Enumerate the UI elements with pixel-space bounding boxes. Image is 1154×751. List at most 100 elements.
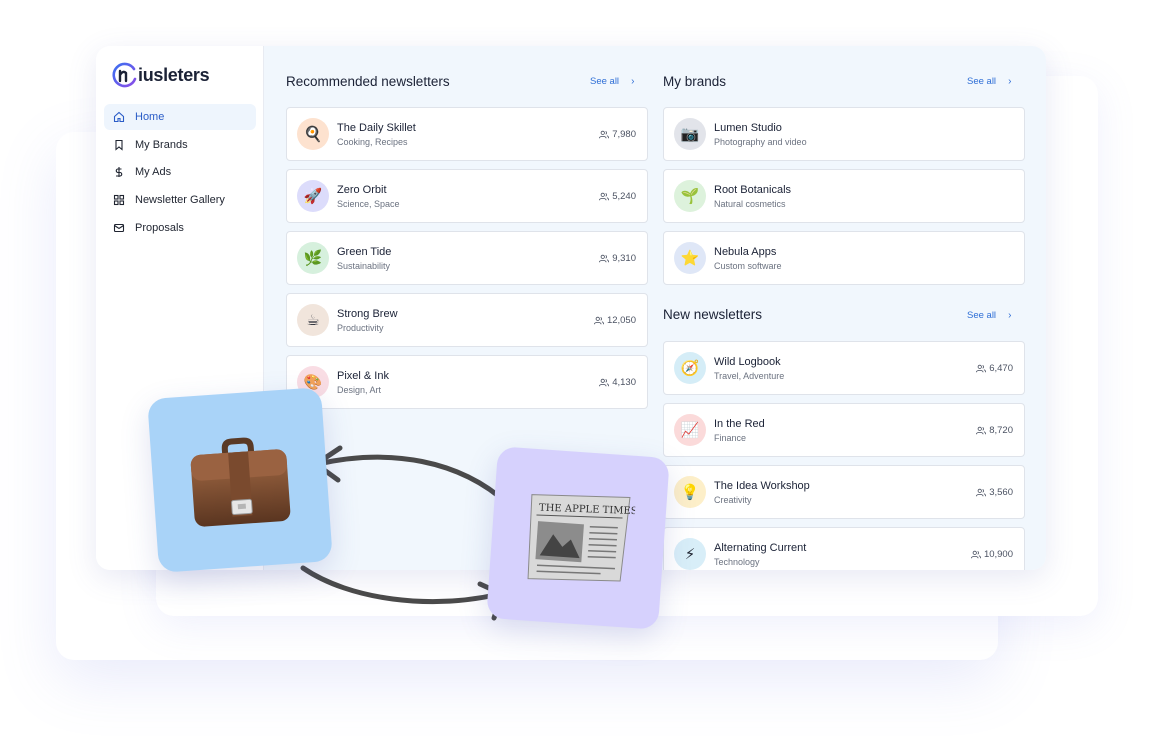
avatar: 🍳: [297, 118, 329, 150]
recommended-title: Recommended newsletters: [286, 74, 450, 89]
newspaper-tile: THE APPLE TIMES: [486, 446, 670, 630]
subscriber-count-value: 6,470: [989, 362, 1013, 374]
briefcase-tile: [147, 387, 333, 573]
card-title: Strong Brew: [337, 307, 398, 320]
subscriber-count: 5,240: [599, 191, 636, 202]
bookmark-icon: [112, 138, 126, 152]
users-icon: [976, 488, 987, 497]
card-title: Root Botanicals: [714, 183, 792, 196]
mail-icon: [112, 221, 126, 235]
users-icon: [599, 254, 610, 263]
avatar: 📷: [674, 118, 706, 150]
chevron-right-icon: ›: [631, 76, 635, 87]
card-title: Green Tide: [337, 245, 392, 258]
users-icon: [976, 426, 987, 435]
new_newsletters-card[interactable]: 💡 The Idea Workshop Creativity 3,560: [663, 465, 1025, 519]
brands-card[interactable]: 🌱 Root Botanicals Natural cosmetics: [663, 169, 1025, 223]
home-icon: [112, 110, 126, 124]
brands-see-all-link[interactable]: See all ›: [967, 76, 1011, 87]
users-icon: [593, 316, 604, 325]
avatar: 📈: [674, 414, 706, 446]
new_newsletters-card[interactable]: ⚡ Alternating Current Technology 10,900: [663, 527, 1025, 570]
subscriber-count-value: 3,560: [989, 486, 1013, 498]
card-text: Nebula Apps Custom software: [714, 245, 1024, 272]
recommended-card[interactable]: ☕ Strong Brew Productivity 12,050: [286, 293, 648, 347]
new-newsletters-title: New newsletters: [663, 307, 763, 322]
sidebar-item-home[interactable]: Home: [104, 104, 256, 130]
avatar: 🌿: [297, 242, 329, 274]
subscriber-count: 9,310: [599, 253, 636, 264]
brands-card[interactable]: 📷 Lumen Studio Photography and video: [663, 107, 1025, 161]
sidebar-item-my-brands[interactable]: My Brands: [104, 132, 256, 158]
avatar: 💡: [674, 476, 706, 508]
subscriber-count-value: 10,900: [983, 548, 1013, 560]
card-text: Green Tide Sustainability: [337, 245, 599, 272]
subscriber-count-value: 9,310: [612, 252, 636, 264]
newspaper-icon: THE APPLE TIMES: [527, 494, 636, 582]
card-text: Root Botanicals Natural cosmetics: [714, 183, 1024, 210]
sidebar-item-newsletter-gallery[interactable]: Newsletter Gallery: [104, 187, 256, 213]
logo-text: iusleters: [138, 64, 210, 85]
grid-icon: [112, 193, 126, 207]
recommended-card[interactable]: 🍳 The Daily Skillet Cooking, Recipes 7,980: [286, 107, 648, 161]
subscriber-count-value: 7,980: [612, 128, 636, 140]
card-subtitle: Technology: [714, 556, 760, 567]
card-subtitle: Cooking, Recipes: [337, 136, 408, 147]
users-icon: [970, 550, 981, 559]
users-icon: [976, 364, 987, 373]
subscriber-count-value: 5,240: [612, 190, 636, 202]
users-icon: [599, 192, 610, 201]
subscriber-count-value: 4,130: [612, 376, 636, 388]
subscriber-count: 8,720: [976, 425, 1013, 436]
card-text: The Idea Workshop Creativity: [714, 479, 976, 506]
users-icon: [599, 378, 610, 387]
chevron-right-icon: ›: [1008, 76, 1012, 87]
dollar-icon: [112, 165, 126, 179]
card-title: The Daily Skillet: [337, 121, 416, 134]
avatar: ⚡: [674, 538, 706, 570]
avatar: ☕: [297, 304, 329, 336]
card-title: Lumen Studio: [714, 121, 782, 134]
new_newsletters-card[interactable]: 🧭 Wild Logbook Travel, Adventure 6,470: [663, 341, 1025, 395]
card-text: Alternating Current Technology: [714, 541, 971, 568]
see-all-label: See all: [967, 76, 997, 87]
brands-card[interactable]: ⭐ Nebula Apps Custom software: [663, 231, 1025, 285]
subscriber-count: 6,470: [976, 363, 1013, 374]
card-subtitle: Photography and video: [714, 136, 807, 147]
recommended-see-all-link[interactable]: See all ›: [590, 76, 634, 87]
sidebar-item-label: Home: [135, 111, 165, 123]
sidebar-item-label: My Brands: [135, 138, 188, 151]
subscriber-count-value: 8,720: [989, 424, 1013, 436]
card-subtitle: Custom software: [714, 260, 782, 271]
card-text: Pixel & Ink Design, Art: [337, 369, 599, 396]
card-text: The Daily Skillet Cooking, Recipes: [337, 121, 599, 148]
recommended-card[interactable]: 🚀 Zero Orbit Science, Space 5,240: [286, 169, 648, 223]
subscriber-count-value: 12,050: [606, 314, 636, 326]
recommended-card[interactable]: 🎨 Pixel & Ink Design, Art 4,130: [286, 355, 648, 409]
new-newsletters-see-all-link[interactable]: See all ›: [967, 310, 1011, 321]
subscriber-count: 7,980: [599, 129, 636, 140]
sidebar-item-proposals[interactable]: Proposals: [104, 215, 256, 241]
card-subtitle: Productivity: [337, 322, 384, 333]
logo[interactable]: iusleters: [111, 61, 210, 89]
card-subtitle: Sustainability: [337, 260, 391, 271]
briefcase-icon: [190, 437, 291, 527]
card-subtitle: Creativity: [714, 494, 752, 505]
card-subtitle: Science, Space: [337, 198, 400, 209]
new_newsletters-card[interactable]: 📈 In the Red Finance 8,720: [663, 403, 1025, 457]
sidebar-item-label: My Ads: [135, 166, 172, 179]
card-title: The Idea Workshop: [714, 479, 810, 492]
card-title: Wild Logbook: [714, 355, 781, 368]
card-text: Strong Brew Productivity: [337, 307, 594, 334]
see-all-label: See all: [967, 310, 997, 321]
card-subtitle: Design, Art: [337, 384, 382, 395]
brands-title: My brands: [663, 74, 727, 89]
recommended-card[interactable]: 🌿 Green Tide Sustainability 9,310: [286, 231, 648, 285]
card-title: Alternating Current: [714, 541, 807, 554]
logo-mark-icon: [111, 61, 137, 89]
card-text: In the Red Finance: [714, 417, 976, 444]
sidebar-item-my-ads[interactable]: My Ads: [104, 159, 256, 185]
card-text: Wild Logbook Travel, Adventure: [714, 355, 976, 382]
card-title: Nebula Apps: [714, 245, 777, 258]
chevron-right-icon: ›: [1008, 310, 1012, 321]
